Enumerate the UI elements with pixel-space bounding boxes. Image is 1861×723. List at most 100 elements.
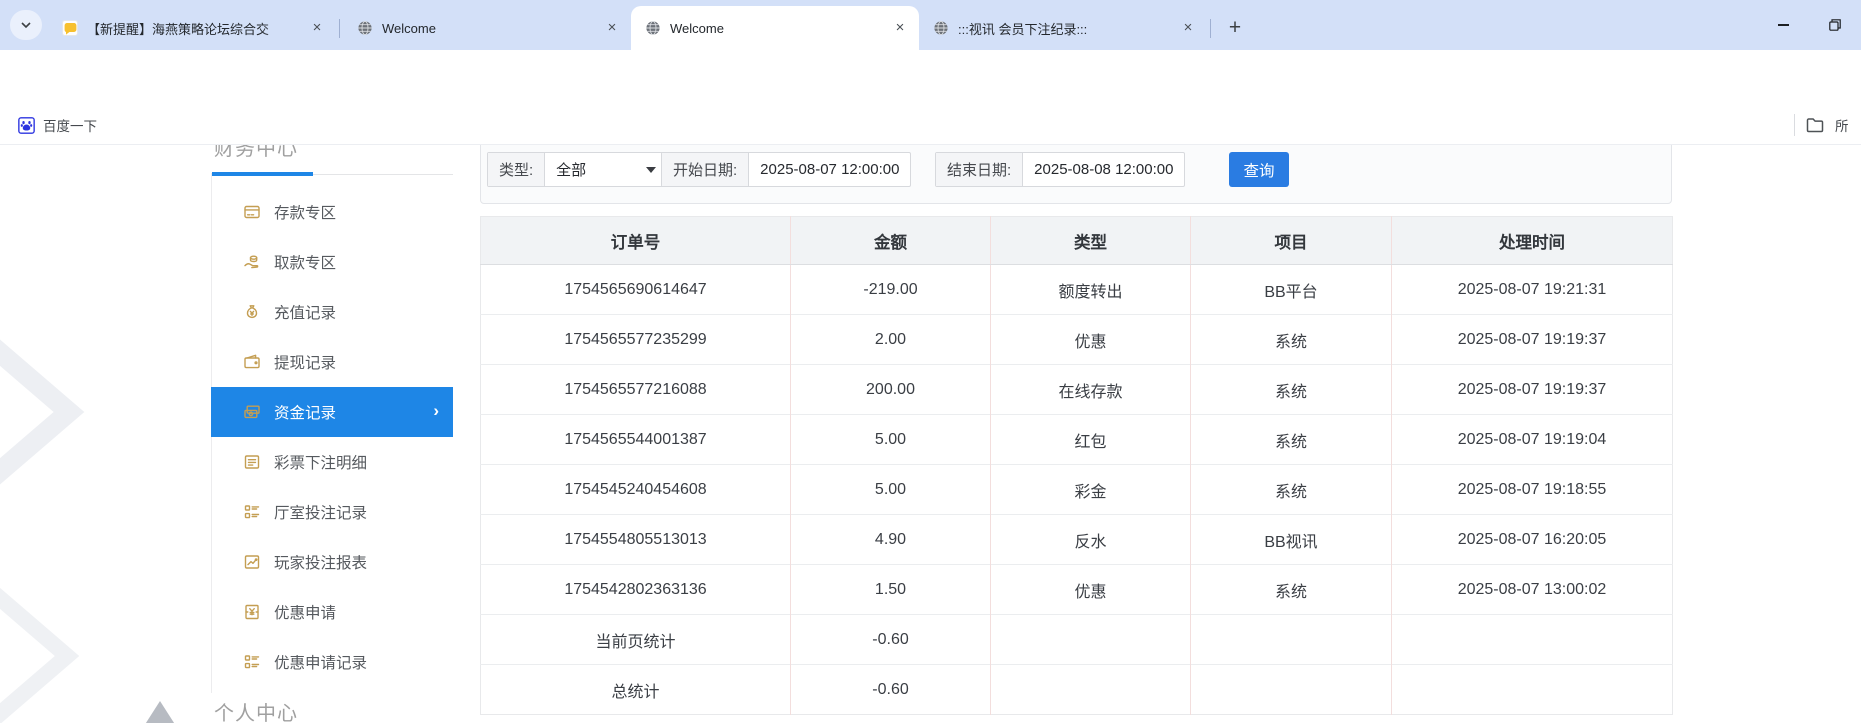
table-cell [1190,614,1392,665]
sidebar-item-label: 提现记录 [274,355,337,372]
sidebar-item-rows[interactable]: 优惠申请记录 › [211,637,453,687]
sidebar-item-chart[interactable]: 玩家投注报表 › [211,537,453,587]
table-cell: 额度转出 [990,264,1191,315]
table-cell: 1754545240454608 [480,464,791,515]
sidebar-item-label: 资金记录 [274,405,337,422]
browser-toolbar: js13.cc/hhcp/usercenter.html?iniType=6 ☆ [0,50,1861,147]
table-cell: 反水 [990,514,1191,565]
tab-separator [339,19,340,38]
table-header-cell: 订单号 [480,216,791,265]
sidebar-active-underline [212,172,313,176]
table-cell: 系统 [1190,314,1392,365]
tab-search-button[interactable] [10,10,42,40]
tab-title: 【新提醒】海燕策略论坛综合交 [87,21,270,37]
sidebar-item-label: 厅室投注记录 [274,505,368,522]
bookmark-label: 百度一下 [43,119,97,134]
sidebar-menu: 存款专区 › 取款专区 › 充值记录 › 提现记录 › 资金记录 › 彩票下注明… [211,187,453,687]
end-date-input[interactable]: 2025-08-08 12:00:00 [1023,153,1184,186]
browser-tab[interactable]: :::视讯 会员下注纪录::: × [919,10,1207,46]
hand-icon [243,253,261,271]
browser-tab[interactable]: Welcome × [343,10,631,46]
decor-chevron-left [0,339,85,485]
table-cell: 系统 [1190,564,1392,615]
chevron-down-icon [21,22,31,29]
tab-close-icon[interactable]: × [308,19,326,37]
table-row: 1754565577216088 200.00 在线存款 系统 2025-08-07 1… [480,364,1673,415]
bookmarks-overflow: 所 [1794,105,1861,145]
table-cell: 5.00 [790,464,991,515]
globe-favicon [933,20,949,36]
start-date-group: 开始日期: 2025-08-07 12:00:00 [661,152,912,187]
table-cell: 1754565577235299 [480,314,791,365]
wallet-icon [243,353,261,371]
table-row: 1754554805513013 4.90 反水 BB视讯 2025-08-07 16:… [480,514,1673,565]
globe-favicon [357,20,373,36]
sidebar-item-label: 优惠申请 [274,605,337,622]
sidebar-underline-rest [313,174,453,175]
type-select[interactable]: 全部 [545,153,667,186]
table-cell: 2025-08-07 13:00:02 [1391,564,1673,615]
browser-tab[interactable]: Welcome × [631,6,919,50]
browser-tab-strip: 【新提醒】海燕策略论坛综合交 × Welcome × Welcome × :::… [0,0,1861,50]
forum-favicon [62,20,78,36]
window-controls [1757,0,1861,50]
start-date-input[interactable]: 2025-08-07 12:00:00 [749,153,910,186]
bookmark-baidu[interactable]: 百度一下 [12,112,103,138]
browser-tab[interactable]: 【新提醒】海燕策略论坛综合交 × [48,10,336,46]
table-cell: 2025-08-07 16:20:05 [1391,514,1673,565]
table-cell: 彩金 [990,464,1191,515]
table-row: 当前页统计 -0.60 [480,614,1673,665]
table-cell: 200.00 [790,364,991,415]
sidebar-item-hand[interactable]: 取款专区 › [211,237,453,287]
doc-icon [243,453,261,471]
rows-icon [243,653,261,671]
table-cell: 1754542802363136 [480,564,791,615]
table-cell: 4.90 [790,514,991,565]
search-button[interactable]: 查询 [1229,152,1289,187]
tab-close-icon[interactable]: × [603,19,621,37]
new-tab-button[interactable]: + [1220,13,1250,43]
table-cell: 优惠 [990,564,1191,615]
sidebar-item-notes[interactable]: 资金记录 › [211,387,453,437]
decor-triangle [128,701,192,723]
tab-close-icon[interactable]: × [891,19,909,37]
sidebar-item-bag[interactable]: 充值记录 › [211,287,453,337]
ticket-icon [243,603,261,621]
table-cell: BB平台 [1190,264,1392,315]
tab-close-icon[interactable]: × [1179,19,1197,37]
sidebar-item-doc[interactable]: 彩票下注明细 › [211,437,453,487]
sidebar-item-card[interactable]: 存款专区 › [211,187,453,237]
table-row: 1754565577235299 2.00 优惠 系统 2025-08-07 19:19… [480,314,1673,365]
table-cell: -0.60 [790,664,991,715]
bookmarks-bar: 百度一下 所 [0,105,1861,145]
window-restore-button[interactable] [1809,0,1861,50]
sidebar-item-rows[interactable]: 厅室投注记录 › [211,487,453,537]
baidu-paw-icon [18,116,35,134]
records-table: 订单号 金额 类型 项目 处理时间 1754565690614647 -219.00 额度转… [480,216,1673,715]
tab-title: :::视讯 会员下注纪录::: [958,21,1088,37]
folder-icon[interactable] [1805,115,1825,135]
table-cell: 1754554805513013 [480,514,791,565]
table-cell: 优惠 [990,314,1191,365]
sidebar-item-wallet[interactable]: 提现记录 › [211,337,453,387]
chevron-right-icon: › [433,401,439,421]
end-date-group: 结束日期: 2025-08-08 12:00:00 [935,152,1186,187]
table-cell: 系统 [1190,414,1392,465]
table-cell: 2025-08-07 19:21:31 [1391,264,1673,315]
restore-icon [1829,19,1841,31]
all-bookmarks-label[interactable]: 所 [1835,115,1861,135]
table-row: 1754565690614647 -219.00 额度转出 BB平台 2025-08-0… [481,264,1673,315]
sidebar-item-ticket[interactable]: 优惠申请 › [211,587,453,637]
table-header-row: 订单号 金额 类型 项目 处理时间 [480,216,1673,265]
table-cell [1391,614,1673,665]
window-minimize-button[interactable] [1757,0,1809,50]
sidebar-item-label: 取款专区 [274,255,337,272]
sidebar-item-label: 优惠申请记录 [274,655,368,672]
sidebar: 财务中心 存款专区 › 取款专区 › 充值记录 › 提现记录 › 资金记录 › … [211,145,453,723]
table-cell [990,614,1191,665]
table-cell: 1754565690614647 [564,280,707,298]
tab-separator [1210,19,1211,38]
sidebar-section-title: 财务中心 [214,145,298,160]
table-cell: 2025-08-07 19:19:04 [1391,414,1673,465]
table-cell [990,664,1191,715]
